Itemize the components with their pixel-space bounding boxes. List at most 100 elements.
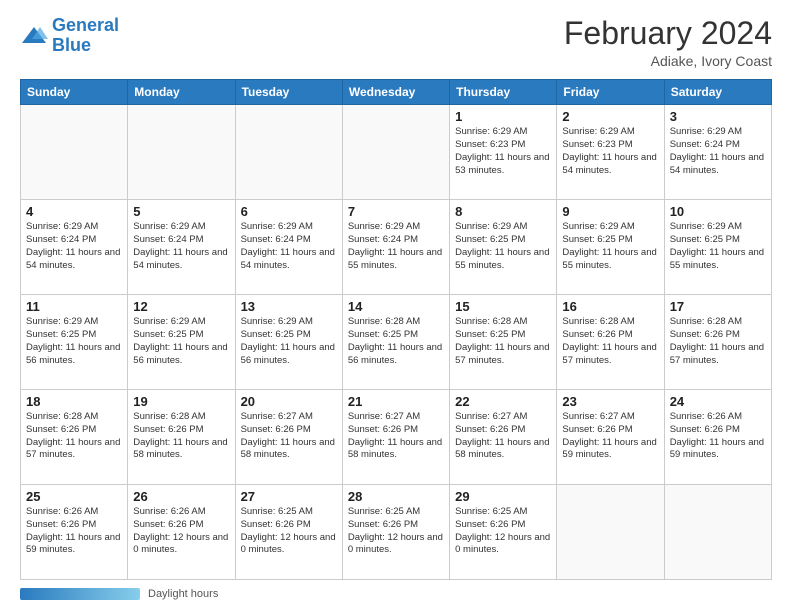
day-number: 16 bbox=[562, 299, 658, 314]
calendar-cell bbox=[664, 485, 771, 580]
logo: General Blue bbox=[20, 16, 119, 56]
day-number: 3 bbox=[670, 109, 766, 124]
cell-info: Sunrise: 6:27 AM Sunset: 6:26 PM Dayligh… bbox=[562, 411, 658, 462]
calendar-cell: 2Sunrise: 6:29 AM Sunset: 6:23 PM Daylig… bbox=[557, 105, 664, 200]
calendar-cell: 4Sunrise: 6:29 AM Sunset: 6:24 PM Daylig… bbox=[21, 200, 128, 295]
calendar-cell: 24 Sunrise: 6:26 AM Sunset: 6:26 PM Dayli… bbox=[664, 390, 771, 485]
page: General Blue February 2024 Adiake, Ivory… bbox=[0, 0, 792, 612]
day-number: 28 bbox=[348, 489, 444, 504]
calendar-cell: 3Sunrise: 6:29 AM Sunset: 6:24 PM Daylig… bbox=[664, 105, 771, 200]
calendar-cell: 19 Sunrise: 6:28 AM Sunset: 6:26 PM Dayli… bbox=[128, 390, 235, 485]
calendar-week-row: 1 Sunrise: 6:29 AM Sunset: 6:23 PM Daylig… bbox=[21, 105, 772, 200]
calendar-day-header: Sunday bbox=[21, 80, 128, 105]
month-title: February 2024 bbox=[564, 16, 772, 51]
calendar-cell bbox=[557, 485, 664, 580]
daylight-bar-icon bbox=[20, 588, 140, 600]
calendar-cell: 10Sunrise: 6:29 AM Sunset: 6:25 PM Dayli… bbox=[664, 200, 771, 295]
cell-info: Sunrise: 6:25 AM Sunset: 6:26 PM Dayligh… bbox=[348, 506, 444, 557]
calendar-week-row: 11 Sunrise: 6:29 AM Sunset: 6:25 PM Dayli… bbox=[21, 295, 772, 390]
cell-info: Sunrise: 6:29 AM Sunset: 6:24 PM Dayligh… bbox=[133, 221, 229, 272]
cell-info: Sunrise: 6:28 AM Sunset: 6:26 PM Dayligh… bbox=[26, 411, 122, 462]
footer: Daylight hours bbox=[20, 588, 772, 600]
cell-info: Sunrise: 6:28 AM Sunset: 6:25 PM Dayligh… bbox=[348, 316, 444, 367]
day-number: 14 bbox=[348, 299, 444, 314]
day-number: 23 bbox=[562, 394, 658, 409]
calendar-week-row: 25Sunrise: 6:26 AM Sunset: 6:26 PM Dayli… bbox=[21, 485, 772, 580]
day-number: 17 bbox=[670, 299, 766, 314]
logo-text: General Blue bbox=[52, 16, 119, 56]
cell-info: Sunrise: 6:29 AM Sunset: 6:25 PM Dayligh… bbox=[133, 316, 229, 367]
day-number: 21 bbox=[348, 394, 444, 409]
calendar-cell: 28 Sunrise: 6:25 AM Sunset: 6:26 PM Dayli… bbox=[342, 485, 449, 580]
day-number: 1 bbox=[455, 109, 551, 124]
day-number: 13 bbox=[241, 299, 337, 314]
day-number: 24 bbox=[670, 394, 766, 409]
logo-icon bbox=[20, 25, 48, 47]
title-block: February 2024 Adiake, Ivory Coast bbox=[564, 16, 772, 69]
calendar-day-header: Tuesday bbox=[235, 80, 342, 105]
cell-info: Sunrise: 6:27 AM Sunset: 6:26 PM Dayligh… bbox=[348, 411, 444, 462]
day-number: 5 bbox=[133, 204, 229, 219]
calendar-cell: 6 Sunrise: 6:29 AM Sunset: 6:24 PM Daylig… bbox=[235, 200, 342, 295]
day-number: 19 bbox=[133, 394, 229, 409]
cell-info: Sunrise: 6:29 AM Sunset: 6:24 PM Dayligh… bbox=[348, 221, 444, 272]
cell-info: Sunrise: 6:28 AM Sunset: 6:26 PM Dayligh… bbox=[562, 316, 658, 367]
cell-info: Sunrise: 6:29 AM Sunset: 6:23 PM Dayligh… bbox=[562, 126, 658, 177]
day-number: 20 bbox=[241, 394, 337, 409]
day-number: 27 bbox=[241, 489, 337, 504]
day-number: 18 bbox=[26, 394, 122, 409]
calendar-cell: 8Sunrise: 6:29 AM Sunset: 6:25 PM Daylig… bbox=[450, 200, 557, 295]
calendar-cell: 18 Sunrise: 6:28 AM Sunset: 6:26 PM Dayli… bbox=[21, 390, 128, 485]
calendar-cell bbox=[128, 105, 235, 200]
calendar-day-header: Thursday bbox=[450, 80, 557, 105]
calendar-cell: 29 Sunrise: 6:25 AM Sunset: 6:26 PM Dayli… bbox=[450, 485, 557, 580]
day-number: 9 bbox=[562, 204, 658, 219]
header: General Blue February 2024 Adiake, Ivory… bbox=[20, 16, 772, 69]
calendar-day-header: Friday bbox=[557, 80, 664, 105]
cell-info: Sunrise: 6:25 AM Sunset: 6:26 PM Dayligh… bbox=[241, 506, 337, 557]
calendar-table: SundayMondayTuesdayWednesdayThursdayFrid… bbox=[20, 79, 772, 580]
day-number: 11 bbox=[26, 299, 122, 314]
cell-info: Sunrise: 6:29 AM Sunset: 6:25 PM Dayligh… bbox=[455, 221, 551, 272]
calendar-day-header: Monday bbox=[128, 80, 235, 105]
cell-info: Sunrise: 6:26 AM Sunset: 6:26 PM Dayligh… bbox=[670, 411, 766, 462]
calendar-cell: 27 Sunrise: 6:25 AM Sunset: 6:26 PM Dayli… bbox=[235, 485, 342, 580]
cell-info: Sunrise: 6:28 AM Sunset: 6:25 PM Dayligh… bbox=[455, 316, 551, 367]
calendar-cell: 1 Sunrise: 6:29 AM Sunset: 6:23 PM Daylig… bbox=[450, 105, 557, 200]
cell-info: Sunrise: 6:29 AM Sunset: 6:23 PM Dayligh… bbox=[455, 126, 551, 177]
cell-info: Sunrise: 6:27 AM Sunset: 6:26 PM Dayligh… bbox=[241, 411, 337, 462]
cell-info: Sunrise: 6:29 AM Sunset: 6:24 PM Dayligh… bbox=[241, 221, 337, 272]
calendar-cell: 20 Sunrise: 6:27 AM Sunset: 6:26 PM Dayli… bbox=[235, 390, 342, 485]
calendar-cell: 15 Sunrise: 6:28 AM Sunset: 6:25 PM Dayli… bbox=[450, 295, 557, 390]
cell-info: Sunrise: 6:26 AM Sunset: 6:26 PM Dayligh… bbox=[133, 506, 229, 557]
day-number: 15 bbox=[455, 299, 551, 314]
cell-info: Sunrise: 6:29 AM Sunset: 6:25 PM Dayligh… bbox=[26, 316, 122, 367]
cell-info: Sunrise: 6:28 AM Sunset: 6:26 PM Dayligh… bbox=[670, 316, 766, 367]
cell-info: Sunrise: 6:29 AM Sunset: 6:25 PM Dayligh… bbox=[562, 221, 658, 272]
day-number: 26 bbox=[133, 489, 229, 504]
day-number: 6 bbox=[241, 204, 337, 219]
calendar-cell: 16 Sunrise: 6:28 AM Sunset: 6:26 PM Dayli… bbox=[557, 295, 664, 390]
calendar-cell: 9 Sunrise: 6:29 AM Sunset: 6:25 PM Daylig… bbox=[557, 200, 664, 295]
calendar-cell: 7Sunrise: 6:29 AM Sunset: 6:24 PM Daylig… bbox=[342, 200, 449, 295]
calendar-cell: 21 Sunrise: 6:27 AM Sunset: 6:26 PM Dayli… bbox=[342, 390, 449, 485]
calendar-week-row: 18 Sunrise: 6:28 AM Sunset: 6:26 PM Dayli… bbox=[21, 390, 772, 485]
calendar-cell bbox=[235, 105, 342, 200]
calendar-cell: 5 Sunrise: 6:29 AM Sunset: 6:24 PM Daylig… bbox=[128, 200, 235, 295]
cell-info: Sunrise: 6:26 AM Sunset: 6:26 PM Dayligh… bbox=[26, 506, 122, 557]
calendar-week-row: 4Sunrise: 6:29 AM Sunset: 6:24 PM Daylig… bbox=[21, 200, 772, 295]
calendar-cell: 22Sunrise: 6:27 AM Sunset: 6:26 PM Dayli… bbox=[450, 390, 557, 485]
calendar-day-header: Wednesday bbox=[342, 80, 449, 105]
calendar-cell bbox=[21, 105, 128, 200]
calendar-cell: 17 Sunrise: 6:28 AM Sunset: 6:26 PM Dayli… bbox=[664, 295, 771, 390]
day-number: 22 bbox=[455, 394, 551, 409]
calendar-header-row: SundayMondayTuesdayWednesdayThursdayFrid… bbox=[21, 80, 772, 105]
cell-info: Sunrise: 6:25 AM Sunset: 6:26 PM Dayligh… bbox=[455, 506, 551, 557]
calendar-cell: 11 Sunrise: 6:29 AM Sunset: 6:25 PM Dayli… bbox=[21, 295, 128, 390]
footer-label: Daylight hours bbox=[148, 588, 218, 600]
day-number: 12 bbox=[133, 299, 229, 314]
calendar-cell: 12 Sunrise: 6:29 AM Sunset: 6:25 PM Dayli… bbox=[128, 295, 235, 390]
calendar-cell: 26 Sunrise: 6:26 AM Sunset: 6:26 PM Dayli… bbox=[128, 485, 235, 580]
cell-info: Sunrise: 6:28 AM Sunset: 6:26 PM Dayligh… bbox=[133, 411, 229, 462]
day-number: 29 bbox=[455, 489, 551, 504]
